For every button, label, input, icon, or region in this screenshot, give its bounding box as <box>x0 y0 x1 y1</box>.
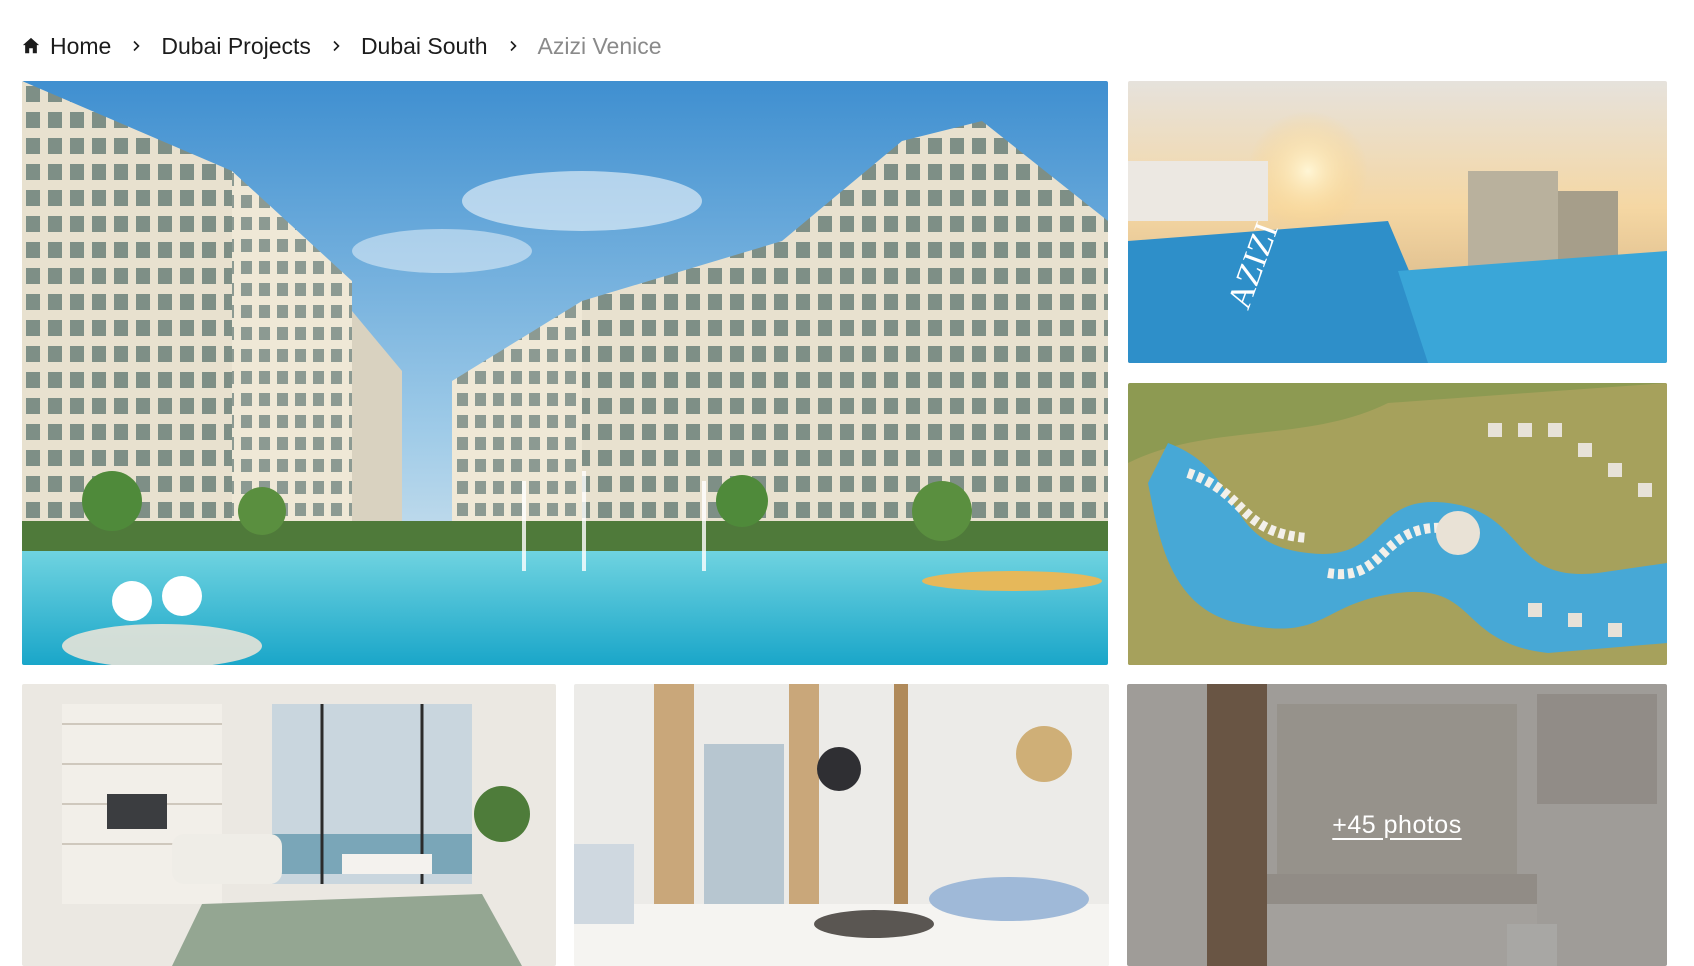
breadcrumb-dubai-projects[interactable]: Dubai Projects <box>161 33 311 60</box>
breadcrumb-current-page: Azizi Venice <box>537 32 662 59</box>
gallery-photo-bathroom[interactable]: +45 photos <box>1127 684 1667 966</box>
living-room-image <box>22 684 556 966</box>
gallery-photo-pool[interactable]: AZIZI <box>1128 81 1667 363</box>
chevron-right-icon <box>502 35 524 57</box>
lobby-lounge-image <box>574 684 1109 966</box>
more-photos-overlay: +45 photos <box>1127 684 1667 966</box>
gallery-photo-aerial[interactable] <box>1128 383 1667 665</box>
chevron-right-icon <box>325 35 347 57</box>
gallery-photo-main[interactable] <box>22 81 1108 665</box>
aerial-masterplan-image <box>1128 383 1667 665</box>
rooftop-pool-image: AZIZI <box>1128 81 1667 363</box>
gallery-photo-lobby[interactable] <box>574 684 1109 966</box>
breadcrumb-home[interactable]: Home <box>22 33 111 60</box>
canal-kayak-image <box>22 81 1108 665</box>
home-icon <box>22 37 40 54</box>
breadcrumb-dubai-south[interactable]: Dubai South <box>361 33 488 60</box>
more-photos-link[interactable]: +45 photos <box>1332 811 1461 840</box>
chevron-right-icon <box>125 35 147 57</box>
breadcrumb: Home Dubai Projects Dubai South Azizi Ve… <box>22 28 662 64</box>
gallery-photo-living-room[interactable] <box>22 684 556 966</box>
breadcrumb-home-label: Home <box>50 32 112 59</box>
